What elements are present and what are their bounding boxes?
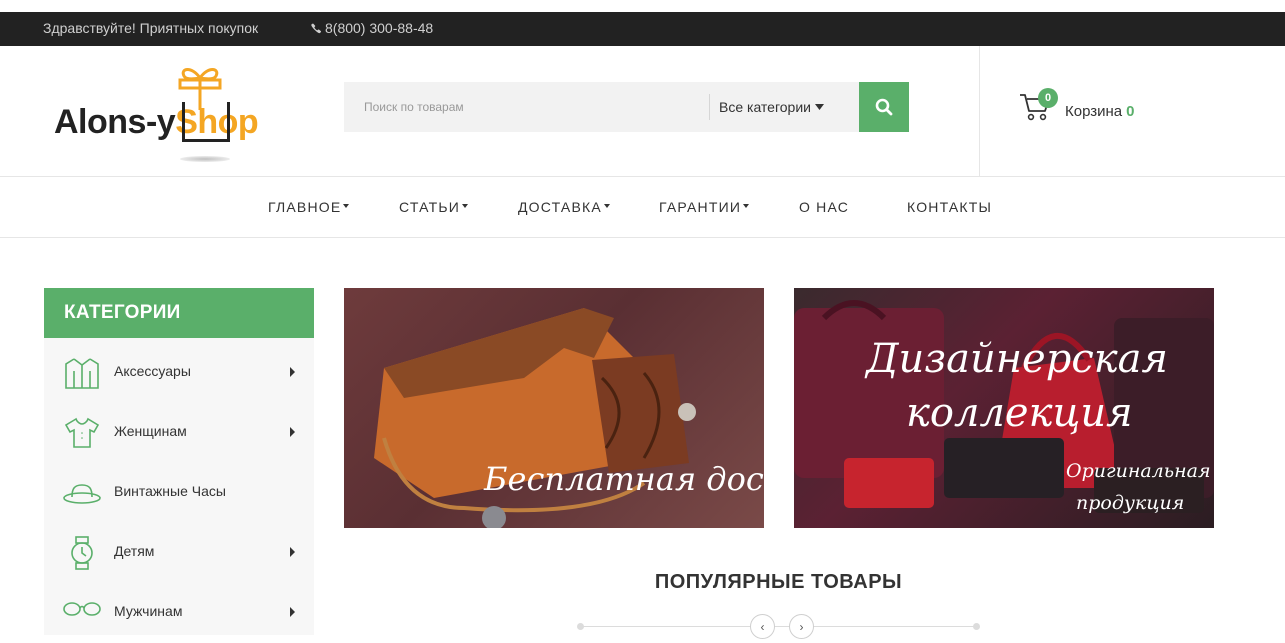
nav-item-articles-label: СТАТЬИ: [399, 199, 460, 215]
sidebar-item-label: Женщинам: [114, 423, 187, 439]
banner-free-delivery[interactable]: Бесплатная доставка: [344, 288, 764, 528]
sidebar-item-label: Детям: [114, 543, 155, 559]
logo-part1: Alons-y: [54, 103, 176, 141]
slider-track: [580, 626, 978, 627]
search-input[interactable]: [344, 82, 709, 132]
shirt-icon: [64, 417, 100, 448]
header-separator: [979, 46, 980, 176]
banner-designer-collection[interactable]: Дизайнерская коллекция Оригинальная прод…: [794, 288, 1214, 528]
cart-label[interactable]: Корзина 0: [1065, 103, 1134, 120]
nav-item-contacts-label: КОНТАКТЫ: [907, 199, 993, 215]
caret-down-icon: [743, 204, 750, 208]
nav-item-articles[interactable]: СТАТЬИ: [399, 199, 468, 215]
category-select-label: Все категории: [719, 99, 811, 115]
main-nav: ГЛАВНОЕ СТАТЬИ ДОСТАВКА ГАРАНТИИ О НАС К…: [0, 178, 1285, 238]
hat-icon: [63, 484, 101, 504]
sidebar-item-vintage-watches[interactable]: Винтажные Часы: [44, 463, 314, 523]
top-bar: Здравствуйте! Приятных покупок 8(800) 30…: [0, 12, 1285, 46]
chevron-right-icon: [290, 367, 295, 377]
category-select[interactable]: Все категории: [719, 99, 824, 115]
phone-icon: [311, 23, 322, 34]
banner2-sub-line2: продукция: [1076, 492, 1185, 514]
sidebar-item-label: Аксессуары: [114, 363, 191, 379]
banner2-title-line2: коллекция: [906, 390, 1133, 436]
glasses-icon: [63, 602, 101, 616]
phone-number[interactable]: 8(800) 300-88-48: [311, 20, 433, 36]
cart-count: 0: [1126, 103, 1135, 120]
nav-item-delivery-label: ДОСТАВКА: [518, 199, 602, 215]
slider-next-button[interactable]: ›: [789, 614, 814, 639]
cart-label-text: Корзина: [1065, 103, 1123, 120]
search-button[interactable]: [859, 82, 909, 132]
caret-down-icon: [603, 204, 610, 208]
logo-shadow: [180, 156, 230, 162]
sidebar-item-women[interactable]: Женщинам: [44, 403, 314, 463]
sidebar-title: КАТЕГОРИИ: [44, 288, 314, 338]
caret-down-icon: [814, 104, 824, 110]
chevron-right-icon: [290, 547, 295, 557]
nav-item-about[interactable]: О НАС: [799, 199, 849, 215]
banner1-caption: Бесплатная доставка: [484, 460, 764, 498]
chevron-right-icon: [290, 427, 295, 437]
search-bar: Все категории: [344, 82, 909, 132]
nav-item-about-label: О НАС: [799, 199, 850, 215]
phone-text: 8(800) 300-88-48: [325, 20, 434, 36]
popular-products-title: ПОПУЛЯРНЫЕ ТОВАРЫ: [654, 571, 903, 593]
caret-down-icon: [461, 204, 468, 208]
sidebar-item-label: Мужчинам: [114, 603, 183, 619]
chevron-right-icon: [290, 607, 295, 617]
chevron-right-icon: ›: [799, 619, 804, 634]
nav-item-delivery[interactable]: ДОСТАВКА: [518, 199, 610, 215]
search-icon: [875, 98, 893, 116]
search-divider: [709, 94, 710, 120]
header: Alons-yShop Все категории 0 Корзина0: [0, 46, 1285, 177]
nav-item-home-label: ГЛАВНОЕ: [268, 199, 342, 215]
sidebar-item-accessories[interactable]: Аксессуары: [44, 343, 314, 403]
cart-badge: 0: [1038, 88, 1058, 108]
slider-dot-right: [973, 623, 980, 630]
chevron-left-icon: ‹: [760, 619, 765, 634]
nav-item-guarantees[interactable]: ГАРАНТИИ: [659, 199, 750, 215]
nav-item-home[interactable]: ГЛАВНОЕ: [268, 199, 350, 215]
nav-item-guarantees-label: ГАРАНТИИ: [659, 199, 742, 215]
greeting-text: Здравствуйте! Приятных покупок: [43, 20, 259, 36]
slider-dot-left: [577, 623, 584, 630]
caret-down-icon: [343, 204, 350, 208]
jacket-icon: [65, 358, 99, 389]
banner2-sub-line1: Оригинальная: [1066, 460, 1211, 482]
sidebar-item-label: Винтажные Часы: [114, 483, 226, 499]
watch-icon: [71, 536, 93, 570]
logo[interactable]: Alons-yShop: [52, 64, 302, 164]
nav-item-contacts[interactable]: КОНТАКТЫ: [907, 199, 992, 215]
slider-prev-button[interactable]: ‹: [750, 614, 775, 639]
banner2-title-line1: Дизайнерская: [866, 336, 1168, 382]
logo-box: [182, 102, 230, 142]
